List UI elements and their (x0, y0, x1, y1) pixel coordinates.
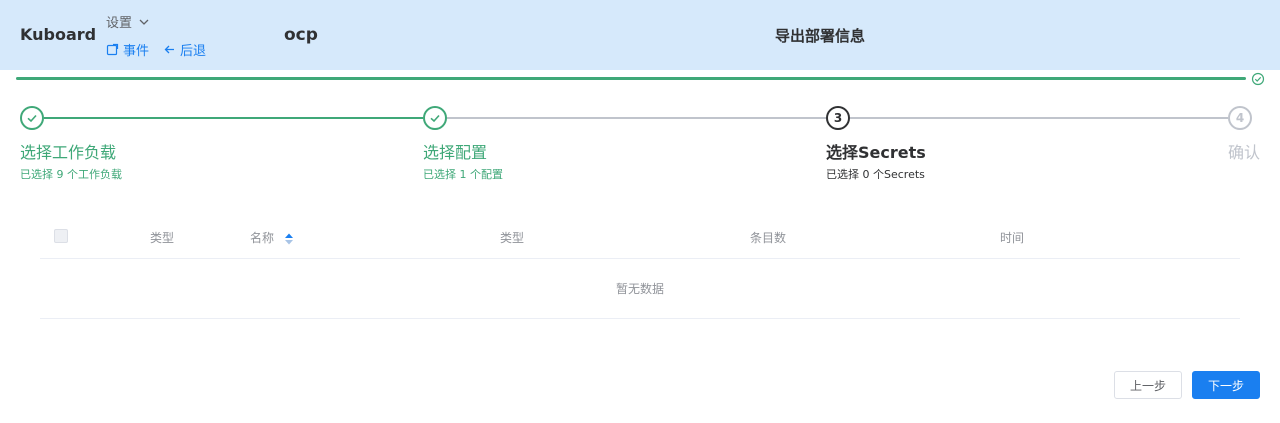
select-all-checkbox[interactable] (54, 229, 68, 243)
step-3-indicator: 3 (826, 106, 850, 130)
column-header-name-label: 名称 (250, 231, 275, 245)
top-header: Kuboard 设置 事件 后退 ocp 导出部署信息 (0, 0, 1280, 70)
secrets-table: 类型 名称 类型 条目数 时间 暂无数据 (40, 212, 1240, 320)
check-icon (430, 114, 440, 123)
step-1-indicator (20, 106, 44, 130)
step-1-desc: 已选择 9 个工作负载 (20, 168, 122, 181)
step-3-desc: 已选择 0 个Secrets (826, 168, 925, 181)
column-header-count: 条目数 (750, 231, 787, 245)
step-connector-3 (850, 117, 1228, 119)
check-icon (27, 114, 37, 123)
prev-step-button[interactable]: 上一步 (1114, 371, 1182, 399)
step-connector-2 (447, 117, 826, 119)
sort-icon[interactable] (284, 232, 294, 246)
step-4-title: 确认 (1228, 143, 1261, 162)
column-header-kind: 类型 (500, 231, 525, 245)
progress-bar (16, 77, 1246, 80)
next-step-button[interactable]: 下一步 (1192, 371, 1260, 399)
step-1-title: 选择工作负载 (20, 143, 117, 162)
step-connector-1 (44, 117, 423, 119)
column-header-name[interactable]: 名称 (250, 229, 294, 246)
empty-state-text: 暂无数据 (40, 259, 1240, 319)
column-header-time: 时间 (1000, 231, 1025, 245)
step-2-desc: 已选择 1 个配置 (423, 168, 503, 181)
step-2-indicator (423, 106, 447, 130)
step-3-title: 选择Secrets (826, 143, 926, 162)
step-2-title: 选择配置 (423, 143, 488, 162)
column-header-type: 类型 (150, 231, 175, 245)
check-circle-icon (1251, 72, 1265, 86)
table-header: 类型 名称 类型 条目数 时间 (40, 212, 1240, 259)
page-title: 导出部署信息 (774, 27, 865, 45)
step-4-indicator: 4 (1228, 106, 1252, 130)
